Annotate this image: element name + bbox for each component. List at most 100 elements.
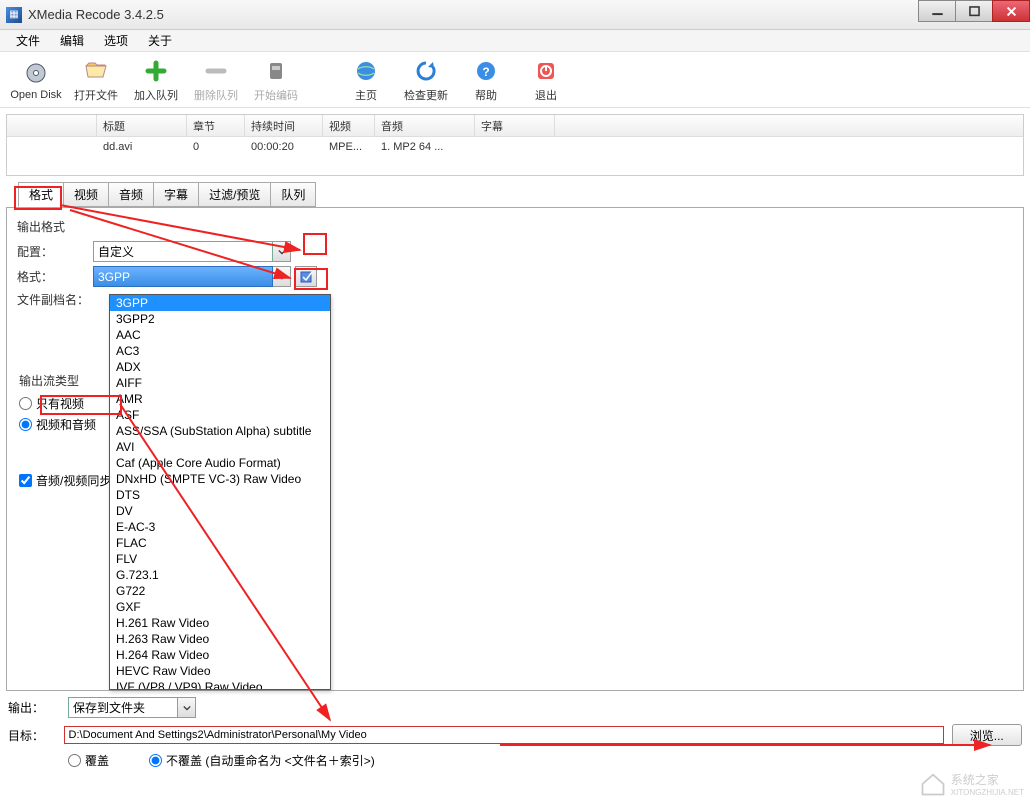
- tab-format[interactable]: 格式: [18, 182, 64, 207]
- col-title[interactable]: 标题: [97, 115, 187, 136]
- tab-video[interactable]: 视频: [63, 182, 109, 207]
- menu-file[interactable]: 文件: [6, 30, 50, 51]
- toolbar-help-label: 帮助: [456, 87, 516, 103]
- profile-input[interactable]: [93, 241, 273, 262]
- dropdown-item[interactable]: DV: [110, 503, 330, 519]
- dropdown-item[interactable]: GXF: [110, 599, 330, 615]
- minus-icon: [186, 57, 246, 85]
- dropdown-item[interactable]: Caf (Apple Core Audio Format): [110, 455, 330, 471]
- menu-about[interactable]: 关于: [138, 30, 182, 51]
- dropdown-item[interactable]: H.264 Raw Video: [110, 647, 330, 663]
- dropdown-item[interactable]: IVF (VP8 / VP9) Raw Video: [110, 679, 330, 689]
- toolbar-exit[interactable]: 退出: [516, 57, 576, 103]
- dropdown-item[interactable]: FLV: [110, 551, 330, 567]
- dropdown-item[interactable]: H.261 Raw Video: [110, 615, 330, 631]
- format-combo[interactable]: [93, 266, 291, 287]
- dropdown-item[interactable]: 3GPP2: [110, 311, 330, 327]
- no-overwrite-label: 不覆盖 (自动重命名为 <文件名＋索引>): [166, 752, 375, 769]
- tab-filter[interactable]: 过滤/预览: [198, 182, 271, 207]
- toolbar-check-update[interactable]: 检查更新: [396, 57, 456, 103]
- dropdown-item[interactable]: HEVC Raw Video: [110, 663, 330, 679]
- dropdown-item[interactable]: H.263 Raw Video: [110, 631, 330, 647]
- dropdown-item[interactable]: G722: [110, 583, 330, 599]
- dropdown-item[interactable]: AVI: [110, 439, 330, 455]
- dropdown-item[interactable]: E-AC-3: [110, 519, 330, 535]
- format-input[interactable]: [93, 266, 273, 287]
- file-list-row[interactable]: dd.avi 0 00:00:20 MPE... 1. MP2 64 ...: [7, 137, 1023, 157]
- toolbar-help[interactable]: ? 帮助: [456, 57, 516, 103]
- dropdown-item[interactable]: ASS/SSA (SubStation Alpha) subtitle: [110, 423, 330, 439]
- ext-label: 文件副档名：: [17, 291, 93, 308]
- radio-video-only[interactable]: 只有视频: [19, 395, 96, 412]
- radio-video-audio[interactable]: 视频和音频: [19, 416, 96, 433]
- dropdown-item[interactable]: AMR: [110, 391, 330, 407]
- browse-button[interactable]: 浏览...: [952, 724, 1022, 746]
- close-button[interactable]: [992, 0, 1030, 22]
- dropdown-item[interactable]: AAC: [110, 327, 330, 343]
- format-label: 格式：: [17, 268, 93, 285]
- col-blank[interactable]: [7, 115, 97, 136]
- minimize-button[interactable]: [918, 0, 956, 22]
- col-duration[interactable]: 持续时间: [245, 115, 323, 136]
- no-overwrite-radio[interactable]: 不覆盖 (自动重命名为 <文件名＋索引>): [149, 752, 375, 769]
- toolbar-add-queue[interactable]: 加入队列: [126, 57, 186, 103]
- tabs: 格式 视频 音频 字幕 过滤/预览 队列: [18, 182, 1030, 207]
- target-path-input[interactable]: [64, 726, 944, 744]
- col-subtitle[interactable]: 字幕: [475, 115, 555, 136]
- dropdown-item[interactable]: G.723.1: [110, 567, 330, 583]
- dropdown-item[interactable]: AC3: [110, 343, 330, 359]
- dropdown-item[interactable]: 3GPP: [110, 295, 330, 311]
- menubar: 文件 编辑 选项 关于: [0, 30, 1030, 52]
- tab-subtitle[interactable]: 字幕: [153, 182, 199, 207]
- radio-video-audio-input[interactable]: [19, 418, 32, 431]
- window-title: XMedia Recode 3.4.2.5: [28, 7, 164, 22]
- tab-queue[interactable]: 队列: [270, 182, 316, 207]
- toolbar-remove-queue: 删除队列: [186, 57, 246, 103]
- dropdown-item[interactable]: DNxHD (SMPTE VC-3) Raw Video: [110, 471, 330, 487]
- radio-video-only-input[interactable]: [19, 397, 32, 410]
- refresh-icon: [396, 57, 456, 85]
- output-stream-label: 输出流类型: [19, 372, 96, 389]
- profile-combo[interactable]: [93, 241, 291, 262]
- disc-icon: [6, 59, 66, 87]
- toolbar-open-file[interactable]: 打开文件: [66, 57, 126, 103]
- dropdown-item[interactable]: FLAC: [110, 535, 330, 551]
- help-icon: ?: [456, 57, 516, 85]
- overwrite-label: 覆盖: [85, 752, 109, 769]
- chevron-down-icon[interactable]: [178, 697, 196, 718]
- maximize-button[interactable]: [955, 0, 993, 22]
- menu-edit[interactable]: 编辑: [50, 30, 94, 51]
- svg-text:?: ?: [482, 65, 489, 79]
- dropdown-item[interactable]: ADX: [110, 359, 330, 375]
- chevron-down-icon[interactable]: [273, 241, 291, 262]
- file-list-header: 标题 章节 持续时间 视频 音频 字幕: [7, 115, 1023, 137]
- format-extra-button[interactable]: [295, 266, 317, 287]
- sync-check[interactable]: 音频/视频同步: [19, 472, 111, 489]
- col-chapter[interactable]: 章节: [187, 115, 245, 136]
- col-video[interactable]: 视频: [323, 115, 375, 136]
- toolbar-open-disk[interactable]: Open Disk: [6, 59, 66, 101]
- app-icon: ▦: [6, 7, 22, 23]
- target-label: 目标：: [8, 727, 64, 744]
- format-dropdown[interactable]: 3GPP3GPP2AACAC3ADXAIFFAMRASFASS/SSA (Sub…: [109, 294, 331, 690]
- overwrite-radio[interactable]: 覆盖: [68, 752, 109, 769]
- tab-audio[interactable]: 音频: [108, 182, 154, 207]
- dropdown-item[interactable]: ASF: [110, 407, 330, 423]
- watermark-url: XITONGZHIJIA.NET: [951, 788, 1024, 797]
- sync-checkbox[interactable]: [19, 474, 32, 487]
- toolbar-start-encode-label: 开始编码: [246, 87, 306, 103]
- sync-label: 音频/视频同步: [36, 472, 111, 489]
- toolbar-home[interactable]: 主页: [336, 57, 396, 103]
- chevron-down-icon[interactable]: [273, 266, 291, 287]
- output-mode-input[interactable]: [68, 697, 178, 718]
- dropdown-item[interactable]: DTS: [110, 487, 330, 503]
- dropdown-item[interactable]: AIFF: [110, 375, 330, 391]
- toolbar-remove-queue-label: 删除队列: [186, 87, 246, 103]
- output-format-label: 输出格式: [17, 218, 1013, 235]
- menu-options[interactable]: 选项: [94, 30, 138, 51]
- row-audio: 1. MP2 64 ...: [375, 139, 475, 155]
- col-audio[interactable]: 音频: [375, 115, 475, 136]
- output-mode-combo[interactable]: [68, 697, 196, 718]
- toolbar-check-update-label: 检查更新: [396, 87, 456, 103]
- output-stream-group: 输出流类型 只有视频 视频和音频: [19, 372, 96, 437]
